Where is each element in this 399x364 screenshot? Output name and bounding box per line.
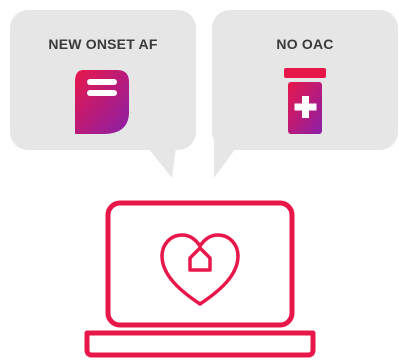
no-oac-label: NO OAC [276,36,334,52]
laptop-heart-icon [84,200,316,358]
new-onset-af-bubble: NEW ONSET AF [10,10,196,150]
heart-with-house-icon [160,233,240,306]
no-oac-bubble: NO OAC [212,10,398,150]
laptop-screen [105,200,295,328]
pacemaker-device-icon [75,70,129,134]
left-bubble-tail [148,148,176,178]
new-onset-af-label: NEW ONSET AF [48,36,158,52]
medicine-bottle-icon [284,68,326,134]
laptop-base [84,330,316,358]
